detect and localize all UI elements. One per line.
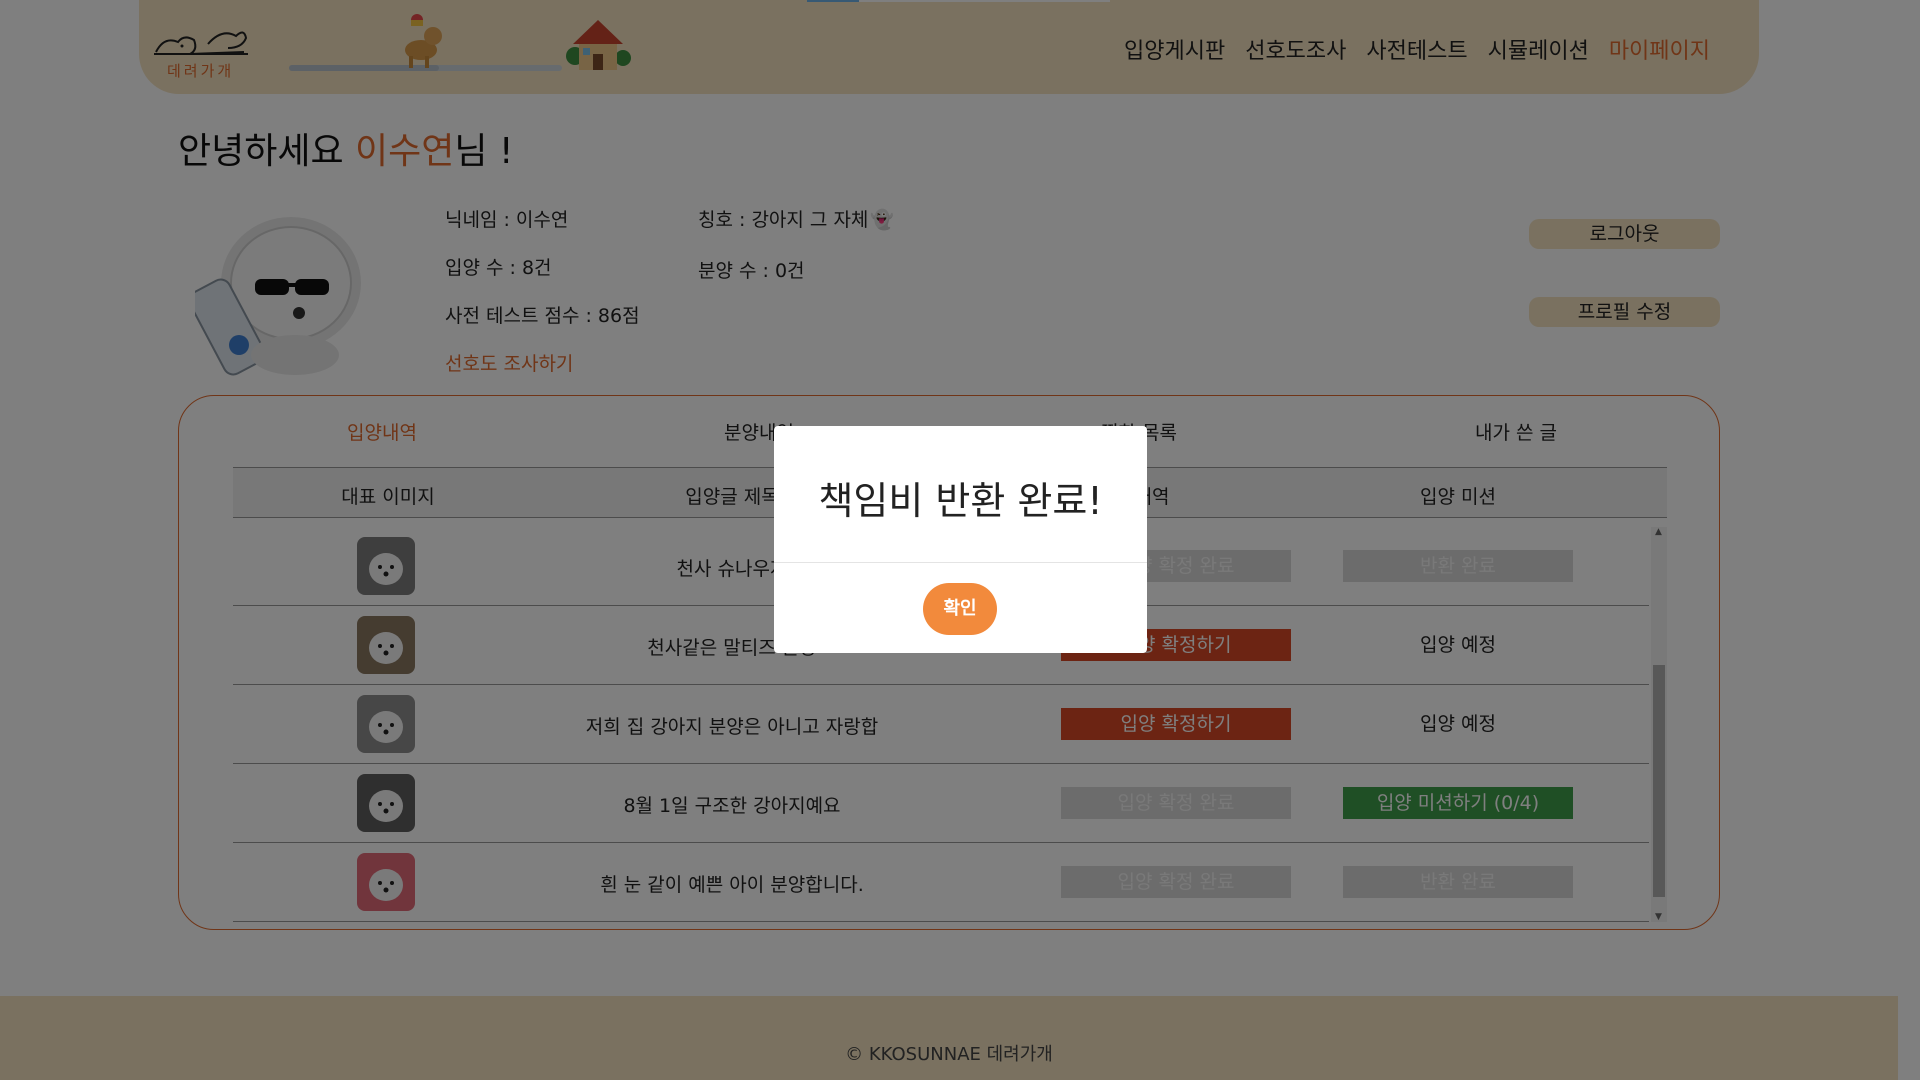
modal-divider [774, 562, 1147, 563]
modal-message: 책임비 반환 완료! [818, 479, 1103, 523]
modal-confirm-button[interactable]: 확인 [923, 583, 997, 635]
alert-modal: 책임비 반환 완료! 확인 [774, 426, 1147, 653]
